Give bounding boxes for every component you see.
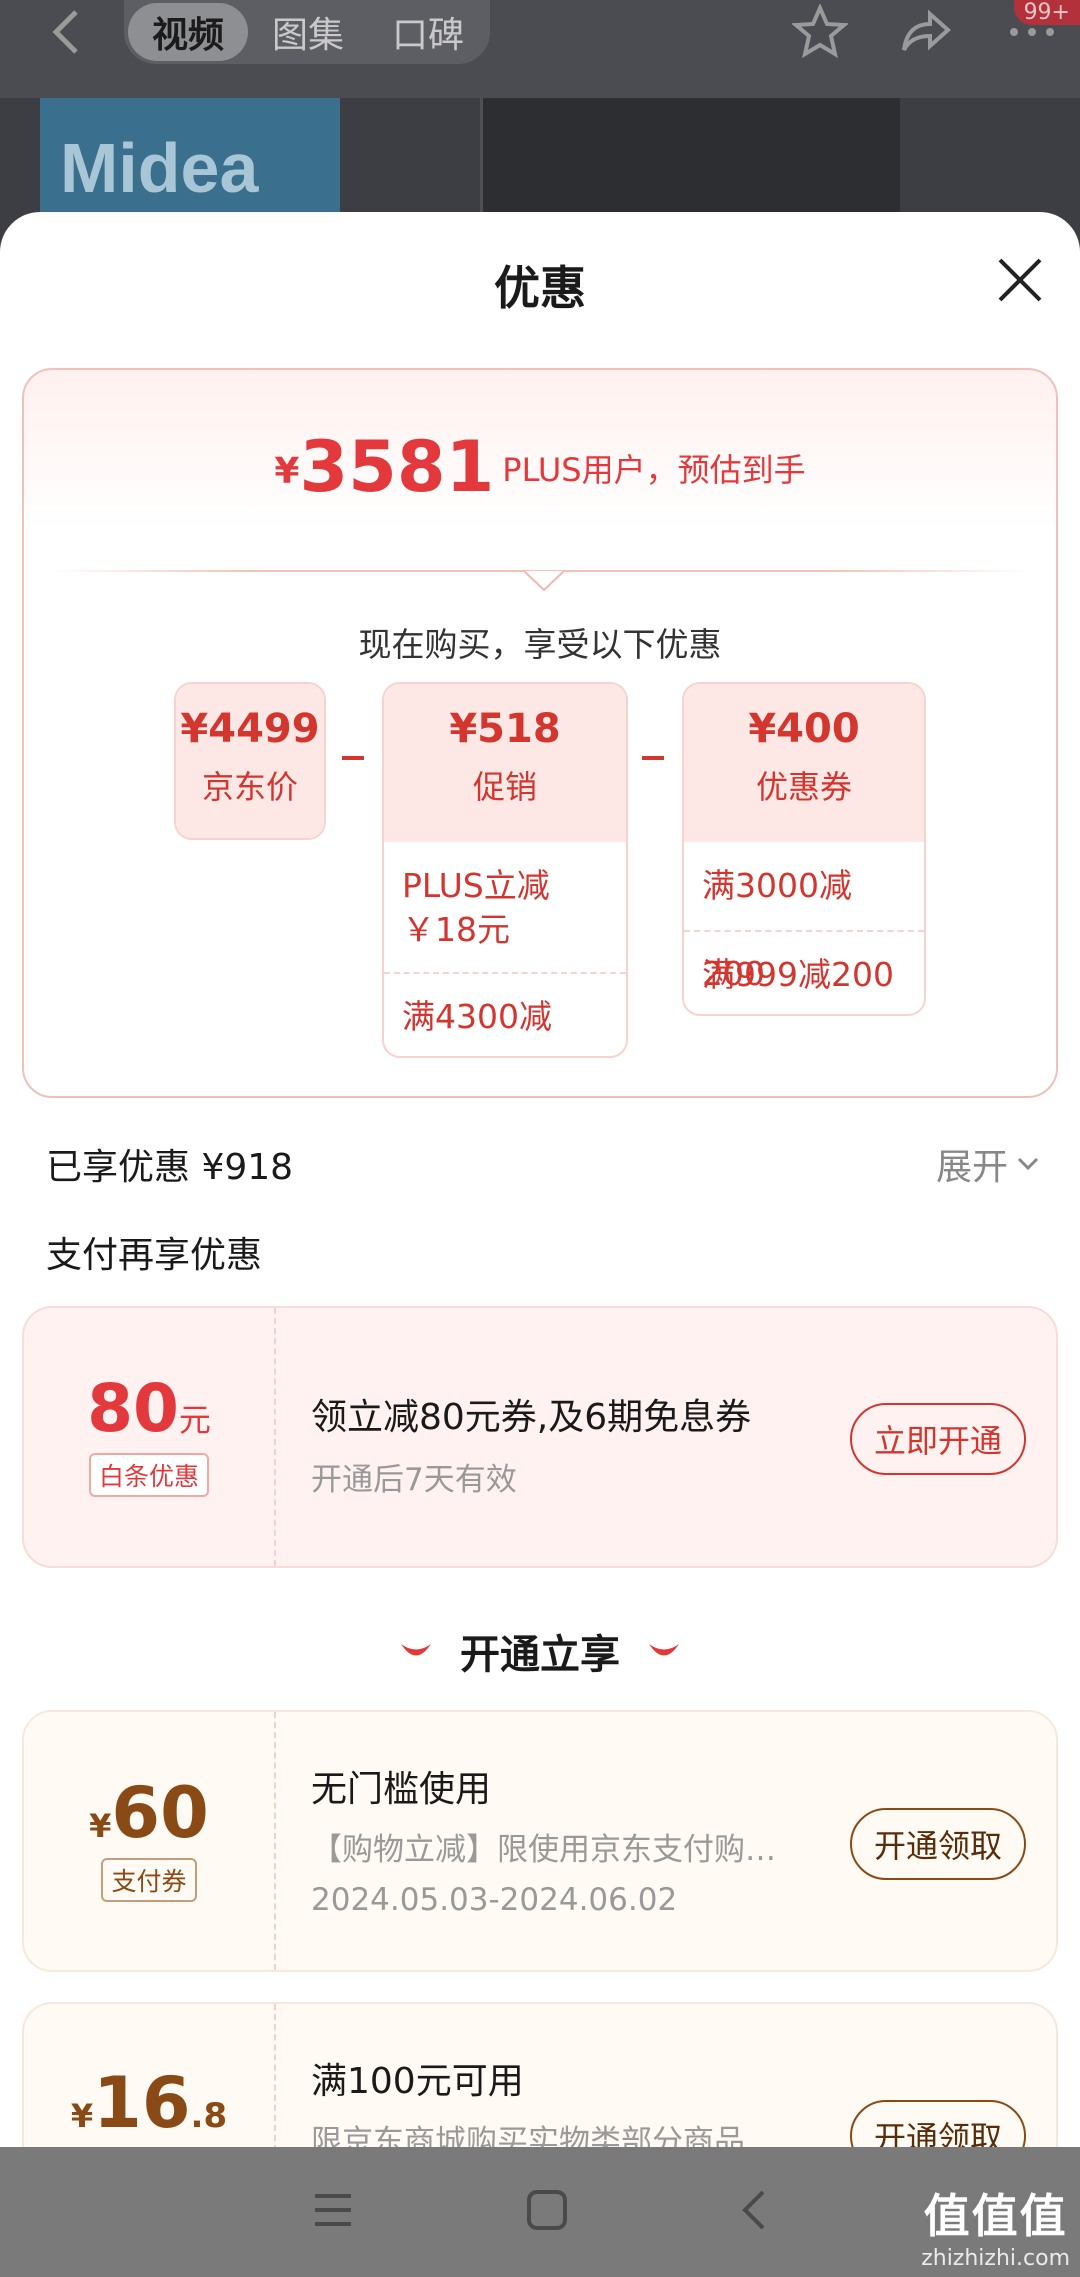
coupon-amount-area: ¥16.8 <box>24 2004 276 2147</box>
smile-decoration-icon <box>401 1644 431 1656</box>
close-button[interactable] <box>990 250 1050 310</box>
expand-button[interactable]: 展开 <box>936 1138 1040 1190</box>
share-icon[interactable] <box>898 4 954 64</box>
favorite-star-icon[interactable] <box>790 3 850 64</box>
promotion-label: 促销 <box>472 768 537 806</box>
menu-icon[interactable] <box>311 2190 355 2234</box>
coupon-chip: ¥400 优惠券 满3000减200 满999减200 <box>682 682 926 1016</box>
coupon-title: 无门槛使用 <box>311 1769 492 1810</box>
coupon-amount: 60 <box>111 1772 209 1854</box>
enjoyed-discount-total: 已享优惠 ¥918 <box>46 1147 294 1188</box>
coupon-currency: ¥ <box>70 2097 94 2135</box>
tab-gallery[interactable]: 图集 <box>248 6 368 58</box>
promotion-item-amount: ￥18元 <box>402 910 510 949</box>
open-claim-button[interactable]: 开通领取 <box>850 1808 1026 1880</box>
jd-price-value: ¥4499 <box>180 706 320 752</box>
coupon-description: 【购物立减】限使用京东支付购… <box>311 1832 776 1868</box>
sheet-title: 优惠 <box>494 261 586 315</box>
watermark-logo: 值值值 <box>923 2189 1068 2243</box>
promotion-item: PLUS立减 ￥18元 <box>384 842 626 972</box>
coupon-tag: 支付券 <box>101 1858 197 1902</box>
baitiao-coupon-card: 80元 白条优惠 领立减80元券,及6期免息券 开通后7天有效 立即开通 <box>22 1306 1058 1568</box>
activate-now-button[interactable]: 立即开通 <box>850 1403 1026 1475</box>
estimated-price-value: 3581 <box>299 426 495 508</box>
coupon-title: 满100元可用 <box>311 2061 524 2102</box>
open-enjoy-section-title: 开通立享 <box>0 1622 1080 1680</box>
now-buy-label: 现在购买，享受以下优惠 <box>358 625 722 664</box>
chevron-down-icon <box>1017 1157 1039 1171</box>
coupon-title: 领立减80元券,及6期免息券 <box>311 1397 752 1438</box>
message-count-badge: 99+ <box>1013 0 1080 25</box>
coupon-item: 满3000减200 <box>702 866 852 993</box>
minus-sign <box>642 756 664 760</box>
coupon-item: 满999减200 <box>702 955 894 994</box>
jd-price-chip: ¥4499 京东价 <box>174 682 326 840</box>
watermark-domain: zhizhizhi.com <box>921 2246 1070 2271</box>
promotion-item: 满4300减500 <box>402 997 552 1036</box>
currency-symbol: ¥ <box>274 451 300 492</box>
coupon-unit: 元 <box>178 1401 211 1439</box>
coupon-valid-date: 2024.05.03-2024.06.02 <box>311 1882 678 1918</box>
back-icon[interactable] <box>739 2188 769 2236</box>
coupon-currency: ¥ <box>89 1807 112 1845</box>
tab-video[interactable]: 视频 <box>128 3 248 61</box>
expand-label: 展开 <box>935 1147 1008 1188</box>
site-watermark: 值值值 zhizhizhi.com <box>921 2180 1070 2271</box>
system-navigation-bar <box>0 2147 1080 2277</box>
coupon-tag: 白条优惠 <box>88 1453 209 1497</box>
smile-decoration-icon <box>649 1644 679 1656</box>
coupon-label: 优惠券 <box>755 768 852 806</box>
coupon-amount-area: 80元 白条优惠 <box>24 1308 276 1566</box>
coupon-amount-area: ¥60 支付券 <box>24 1712 276 1970</box>
home-icon[interactable] <box>525 2188 569 2236</box>
media-tab-bar: 视频 图集 口碑 <box>124 0 490 64</box>
promotion-value: ¥518 <box>449 706 561 752</box>
back-icon[interactable] <box>46 6 86 62</box>
estimated-price: ¥3581 PLUS用户，预估到手 <box>24 426 1056 508</box>
coupon-value: ¥400 <box>748 706 860 752</box>
price-breakdown-card: ¥3581 PLUS用户，预估到手 现在购买，享受以下优惠 ¥4499 京东价 ¥… <box>22 368 1058 1098</box>
section-title-text: 开通立享 <box>460 1632 620 1678</box>
tab-reviews[interactable]: 口碑 <box>368 6 488 58</box>
coupon-amount: 16 <box>93 2062 191 2144</box>
minus-sign <box>342 756 364 760</box>
divider-notch-icon <box>524 570 564 592</box>
payment-coupon-card: ¥16.8 满100元可用 限京东商城购买实物类部分商品… 开通领取 <box>22 2002 1058 2147</box>
promotion-chip: ¥518 促销 PLUS立减 ￥18元 满4300减500 <box>382 682 628 1058</box>
coupon-amount-decimal: .8 <box>190 2096 228 2136</box>
coupon-description: 限京东商城购买实物类部分商品… <box>311 2124 776 2147</box>
estimated-price-note: PLUS用户，预估到手 <box>502 451 806 489</box>
discount-sheet: 优惠 ¥3581 PLUS用户，预估到手 现在购买，享受以下优惠 ¥4499 京东… <box>0 212 1080 2147</box>
coupon-subtitle: 开通后7天有效 <box>311 1462 517 1498</box>
payment-coupon-card: ¥60 支付券 无门槛使用 【购物立减】限使用京东支付购… 2024.05.03… <box>22 1710 1058 1972</box>
close-icon <box>998 258 1042 302</box>
open-claim-button[interactable]: 开通领取 <box>850 2100 1026 2147</box>
promotion-item-title: PLUS立减 <box>402 866 550 905</box>
pay-more-title: 支付再享优惠 <box>46 1235 263 1276</box>
coupon-amount: 80 <box>87 1370 179 1447</box>
brand-logo-text: Midea <box>60 129 259 207</box>
jd-price-label: 京东价 <box>201 768 298 806</box>
